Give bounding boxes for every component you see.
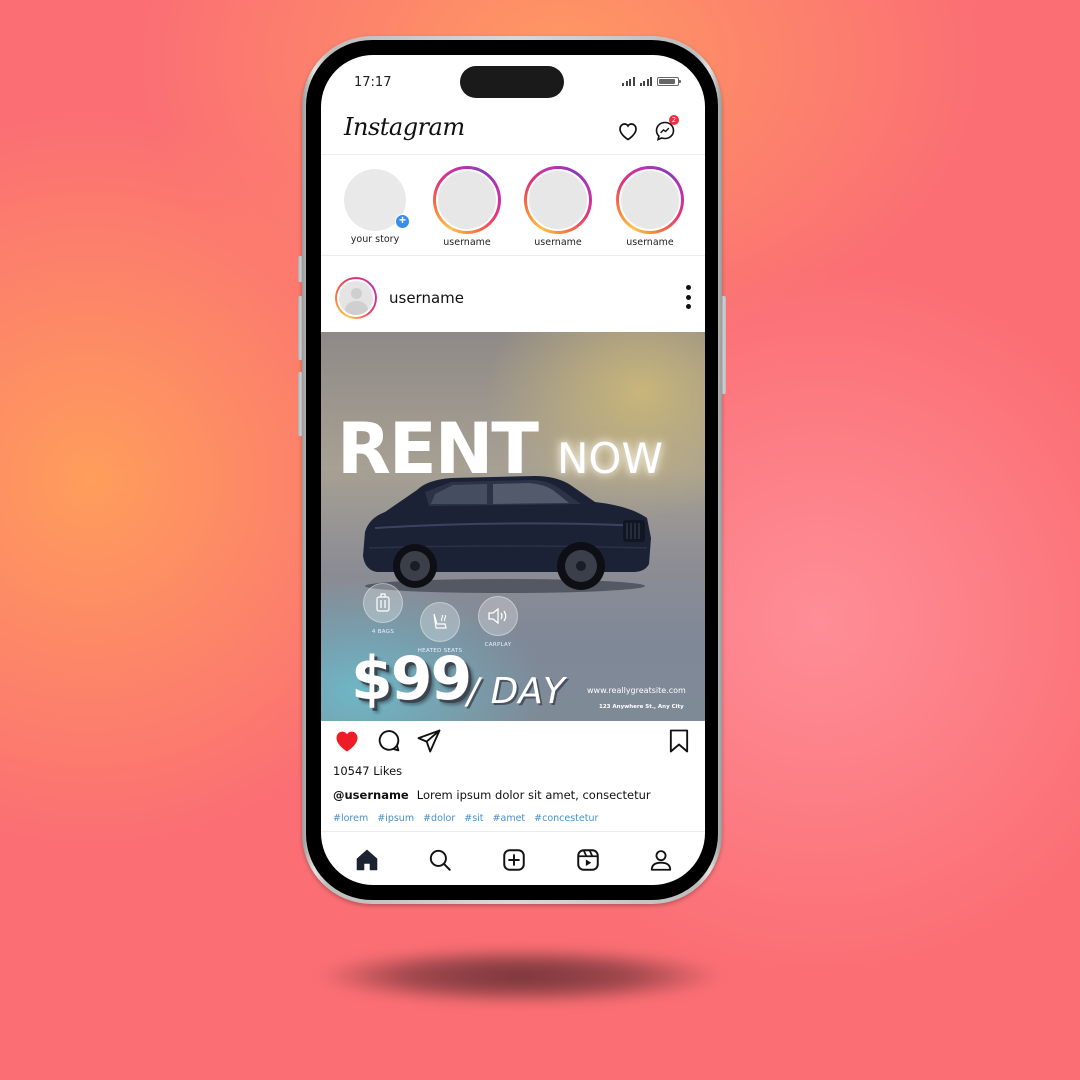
share-send-icon[interactable]	[415, 727, 443, 755]
caption-text: Lorem ipsum dolor sit amet, consectetur	[416, 788, 651, 802]
story-item[interactable]: username	[427, 166, 507, 248]
heated-seat-icon	[420, 602, 460, 642]
like-heart-icon[interactable]	[333, 727, 361, 755]
ad-address: 123 Anywhere St., Any City	[599, 704, 684, 710]
post-header: username	[321, 265, 705, 331]
hashtag-link[interactable]: #dolor	[423, 813, 455, 824]
user-silhouette-head-icon	[351, 288, 362, 299]
caption-username[interactable]: @username	[333, 788, 409, 802]
hashtag-link[interactable]: #lorem	[333, 813, 368, 824]
create-post-icon[interactable]	[501, 847, 527, 873]
stories-tray: + your story username username username	[321, 156, 705, 256]
luggage-icon	[363, 583, 403, 623]
hashtag-link[interactable]: #amet	[493, 813, 526, 824]
post-caption: @username Lorem ipsum dolor sit amet, con…	[333, 788, 651, 802]
ad-price-period: / DAY	[467, 671, 565, 712]
suv-car-image	[363, 476, 651, 593]
search-icon[interactable]	[427, 847, 453, 873]
status-icons	[622, 77, 681, 86]
post-image[interactable]: RENT NOW 4 BAGS HEATED SEATS CARPLAY $99…	[321, 332, 705, 721]
post-actions	[321, 725, 705, 759]
story-ring	[616, 166, 684, 234]
hashtag-link[interactable]: #sit	[464, 813, 483, 824]
story-label: username	[534, 237, 582, 248]
story-label: username	[626, 237, 674, 248]
save-bookmark-icon[interactable]	[665, 727, 693, 755]
dynamic-island	[460, 66, 564, 98]
phone-drop-shadow	[320, 948, 720, 1004]
story-item[interactable]: username	[518, 166, 598, 248]
story-label: username	[443, 237, 491, 248]
story-your-story[interactable]: + your story	[335, 166, 415, 245]
profile-icon[interactable]	[648, 847, 674, 873]
story-ring	[524, 166, 592, 234]
messenger-icon[interactable]: 2	[653, 115, 679, 143]
bottom-navigation	[321, 831, 705, 885]
reels-icon[interactable]	[575, 847, 601, 873]
status-bar: 17:17	[321, 55, 705, 109]
phone-screen: 17:17 Instagram 2 + your story username …	[321, 55, 705, 885]
notifications-heart-icon[interactable]	[616, 119, 640, 143]
post-author-avatar[interactable]	[335, 277, 377, 319]
more-options-icon[interactable]	[683, 285, 693, 309]
ad-price: $99	[351, 644, 472, 714]
status-time: 17:17	[354, 75, 392, 90]
story-avatar	[436, 169, 498, 231]
app-header: Instagram 2	[321, 109, 705, 155]
hashtags: #lorem #ipsum #dolor #sit #amet #concest…	[333, 813, 598, 824]
cellular-signal-icon	[622, 77, 635, 86]
instagram-logo[interactable]: Instagram	[344, 113, 465, 141]
speaker-icon	[478, 596, 518, 636]
likes-count[interactable]: 10547 Likes	[333, 764, 402, 778]
post-author-username[interactable]: username	[389, 289, 464, 307]
story-avatar	[527, 169, 589, 231]
comment-icon[interactable]	[375, 727, 403, 755]
add-story-plus-icon[interactable]: +	[395, 214, 410, 229]
story-ring	[433, 166, 501, 234]
user-silhouette-body-icon	[345, 301, 368, 315]
feature-carplay: CARPLAY	[458, 596, 538, 648]
message-count-badge: 2	[669, 115, 679, 125]
hashtag-link[interactable]: #concestetur	[534, 813, 598, 824]
story-avatar: +	[344, 169, 410, 231]
wifi-signal-icon	[639, 77, 652, 86]
story-item[interactable]: username	[610, 166, 690, 248]
avatar-placeholder	[337, 279, 375, 317]
story-avatar	[619, 169, 681, 231]
ad-website: www.reallygreatsite.com	[587, 686, 686, 695]
home-icon[interactable]	[354, 847, 380, 873]
story-label: your story	[350, 234, 400, 245]
feature-label: CARPLAY	[484, 642, 512, 648]
hashtag-link[interactable]: #ipsum	[377, 813, 414, 824]
battery-icon	[657, 77, 681, 86]
